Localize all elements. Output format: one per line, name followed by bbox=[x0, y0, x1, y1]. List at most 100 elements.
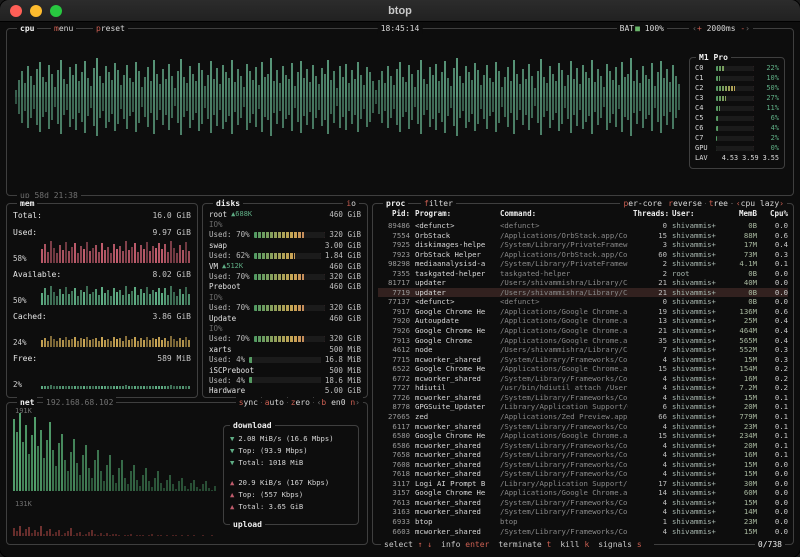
titlebar[interactable]: btop bbox=[0, 0, 800, 22]
cpu-core-row: C56% bbox=[690, 113, 784, 123]
process-row[interactable]: 7726mcworker_shared/System/Library/Frame… bbox=[378, 393, 788, 403]
disk-list: root▲688K460 GiBIO%Used: 70%320 GiBswap3… bbox=[203, 204, 367, 396]
process-row[interactable]: 89486<defunct><defunct>0shivammis+0B0.0 bbox=[378, 221, 788, 231]
process-row[interactable]: 7727hdiutil/usr/bin/hdiutil attach /User… bbox=[378, 383, 788, 393]
io-mode-toggle[interactable]: io bbox=[343, 198, 359, 209]
auto-toggle[interactable]: auto bbox=[262, 397, 287, 408]
process-box: proc filter per-core reverse tree ‹cpu l… bbox=[372, 203, 794, 545]
window-title: btop bbox=[0, 5, 800, 17]
sync-toggle[interactable]: sync bbox=[236, 397, 261, 408]
iface-name: en0 bbox=[331, 398, 345, 407]
process-row[interactable]: 6603mcworker_shared/System/Library/Frame… bbox=[378, 527, 788, 537]
battery-percent: 100% bbox=[645, 24, 664, 33]
refresh-increase-button[interactable]: + bbox=[697, 24, 702, 33]
header-threads[interactable]: Threads: bbox=[633, 209, 667, 218]
process-row[interactable]: 7925diskimages-helpe/System/Library/Priv… bbox=[378, 240, 788, 250]
process-row[interactable]: 7926Google Chrome He/Applications/Google… bbox=[378, 326, 788, 336]
net-stat-line: ▲Total: 3.65 GiB bbox=[230, 500, 352, 512]
cpu-core-row: GPU0% bbox=[690, 143, 784, 153]
close-button[interactable] bbox=[10, 5, 22, 17]
kill-action[interactable]: kill k bbox=[560, 540, 589, 549]
process-row[interactable]: 7917Google Chrome He/Applications/Google… bbox=[378, 307, 788, 317]
disk-name-row: root▲688K460 GiB bbox=[209, 209, 361, 219]
process-row[interactable]: 6117mcworker_shared/System/Library/Frame… bbox=[378, 421, 788, 431]
download-title: download bbox=[230, 420, 275, 431]
process-row[interactable]: 3157Google Chrome He/Applications/Google… bbox=[378, 488, 788, 498]
sort-next-arrow[interactable]: › bbox=[779, 199, 784, 208]
header-mem[interactable]: MemB bbox=[727, 209, 757, 218]
proc-box-title: proc bbox=[383, 198, 408, 209]
header-program[interactable]: Program: bbox=[415, 209, 495, 218]
process-row[interactable]: 6522Google Chrome He/Applications/Google… bbox=[378, 364, 788, 374]
select-action[interactable]: select ↑ ↓ bbox=[384, 540, 432, 549]
disk-used-row: Used: 70%320 GiB bbox=[209, 303, 361, 313]
disk-used-row: Used: 62%1.84 GiB bbox=[209, 251, 361, 261]
refresh-rate-control[interactable]: ‹+ 2000ms -› bbox=[689, 23, 753, 34]
net-stat-line: ▼Top: (93.9 Mbps) bbox=[230, 444, 352, 456]
process-row[interactable]: 7920Autoupdate/Applications/Google Chrom… bbox=[378, 316, 788, 326]
interface-selector[interactable]: ‹b en0 n› bbox=[314, 397, 363, 408]
cpu-core-row: C411% bbox=[690, 103, 784, 113]
fullscreen-button[interactable] bbox=[50, 5, 62, 17]
sort-selector[interactable]: ‹cpu lazy› bbox=[733, 198, 787, 209]
process-row[interactable]: 3117Logi AI Prompt B/Library/Application… bbox=[378, 479, 788, 489]
process-row[interactable]: 6586mcworker_shared/System/Library/Frame… bbox=[378, 441, 788, 451]
header-pid[interactable]: Pid: bbox=[378, 209, 410, 218]
mem-total-row: Total: 16.0 GiB bbox=[13, 210, 191, 221]
process-row[interactable]: 6580Google Chrome He/Applications/Google… bbox=[378, 431, 788, 441]
memory-history-graph bbox=[41, 323, 191, 347]
header-command[interactable]: Command: bbox=[500, 209, 628, 218]
process-row[interactable]: 4612node/Users/shivammishra/Library/Cach… bbox=[378, 345, 788, 355]
tree-toggle[interactable]: tree bbox=[706, 198, 731, 209]
disk-used-row: Used: 70%320 GiB bbox=[209, 230, 361, 240]
battery-indicator: BAT■ 100% bbox=[617, 23, 667, 34]
process-row[interactable]: 7719updater/Users/shivammishra/Library/C… bbox=[378, 288, 788, 298]
menu-button[interactable]: menu bbox=[51, 23, 76, 34]
process-row[interactable]: 7913Google Chrome/Applications/Google Ch… bbox=[378, 336, 788, 346]
cpu-cores-panel: M1 Pro C022%C110%C250%C327%C411%C56%C64%… bbox=[689, 57, 785, 169]
process-row[interactable]: 7715mcworker_shared/System/Library/Frame… bbox=[378, 355, 788, 365]
info-action[interactable]: info enter bbox=[441, 540, 489, 549]
process-row[interactable]: 7554OrbStack/Applications/OrbStack.app/C… bbox=[378, 231, 788, 241]
process-row[interactable]: 8778GPGSuite_Updater/Library/Application… bbox=[378, 402, 788, 412]
process-row[interactable]: 7923OrbStack Helper/Applications/OrbStac… bbox=[378, 250, 788, 260]
cpu-core-row: C64% bbox=[690, 123, 784, 133]
memory-history-graph bbox=[41, 239, 191, 263]
upload-title: upload bbox=[230, 519, 265, 530]
disk-name-row: Preboot460 GiB bbox=[209, 282, 361, 292]
preset-button[interactable]: preset bbox=[93, 23, 128, 34]
process-row[interactable]: 7613mcworker_shared/System/Library/Frame… bbox=[378, 498, 788, 508]
process-count: 0/738 bbox=[755, 539, 785, 550]
process-row[interactable]: 6933btopbtop1shivammis+23M0.0 bbox=[378, 517, 788, 527]
terminate-action[interactable]: terminate t bbox=[498, 540, 551, 549]
process-row[interactable]: 98298mediaanalysisd-a/System/Library/Pri… bbox=[378, 259, 788, 269]
process-table-header[interactable]: Pid: Program: Command: Threads: User: Me… bbox=[378, 208, 788, 219]
process-row[interactable]: 27665zed/Applications/Zed Preview.app/Co… bbox=[378, 412, 788, 422]
iface-prev-key[interactable]: b bbox=[321, 398, 326, 407]
process-row[interactable]: 7658mcworker_shared/System/Library/Frame… bbox=[378, 450, 788, 460]
sync-label: ync bbox=[244, 398, 258, 407]
memory-box: mem Total: 16.0 GiB Used:9.97 GiB58%Avai… bbox=[6, 203, 198, 398]
process-row[interactable]: 6772mcworker_shared/System/Library/Frame… bbox=[378, 374, 788, 384]
zero-toggle[interactable]: zero bbox=[288, 397, 313, 408]
process-row[interactable]: 3163mcworker_shared/System/Library/Frame… bbox=[378, 507, 788, 517]
process-row[interactable]: 7618mcworker_shared/System/Library/Frame… bbox=[378, 469, 788, 479]
bracket-right: › bbox=[745, 24, 750, 33]
cpu-core-row: C327% bbox=[690, 93, 784, 103]
memory-stat: Free:589 MiB2% bbox=[13, 353, 191, 389]
per-core-toggle[interactable]: per-core bbox=[620, 198, 665, 209]
minimize-button[interactable] bbox=[30, 5, 42, 17]
header-cpu[interactable]: Cpu% bbox=[762, 209, 788, 218]
sort-value: cpu lazy bbox=[741, 199, 780, 208]
process-row[interactable]: 7355taskgated-helpertaskgated-helper2roo… bbox=[378, 269, 788, 279]
process-row[interactable]: 7608mcworker_shared/System/Library/Frame… bbox=[378, 460, 788, 470]
filter-button[interactable]: filter bbox=[421, 198, 456, 209]
signals-action[interactable]: signals s bbox=[598, 540, 641, 549]
memory-history-graph bbox=[41, 281, 191, 305]
header-user[interactable]: User: bbox=[672, 209, 722, 218]
process-row[interactable]: 81717updater/Users/shivammishra/Library/… bbox=[378, 278, 788, 288]
reverse-toggle[interactable]: reverse bbox=[665, 198, 705, 209]
disk-name-row: swap3.00 GiB bbox=[209, 240, 361, 250]
process-row[interactable]: 77137<defunct><defunct>0shivammis+0B0.0 bbox=[378, 297, 788, 307]
disk-name-row: iSCPreboot500 MiB bbox=[209, 365, 361, 375]
